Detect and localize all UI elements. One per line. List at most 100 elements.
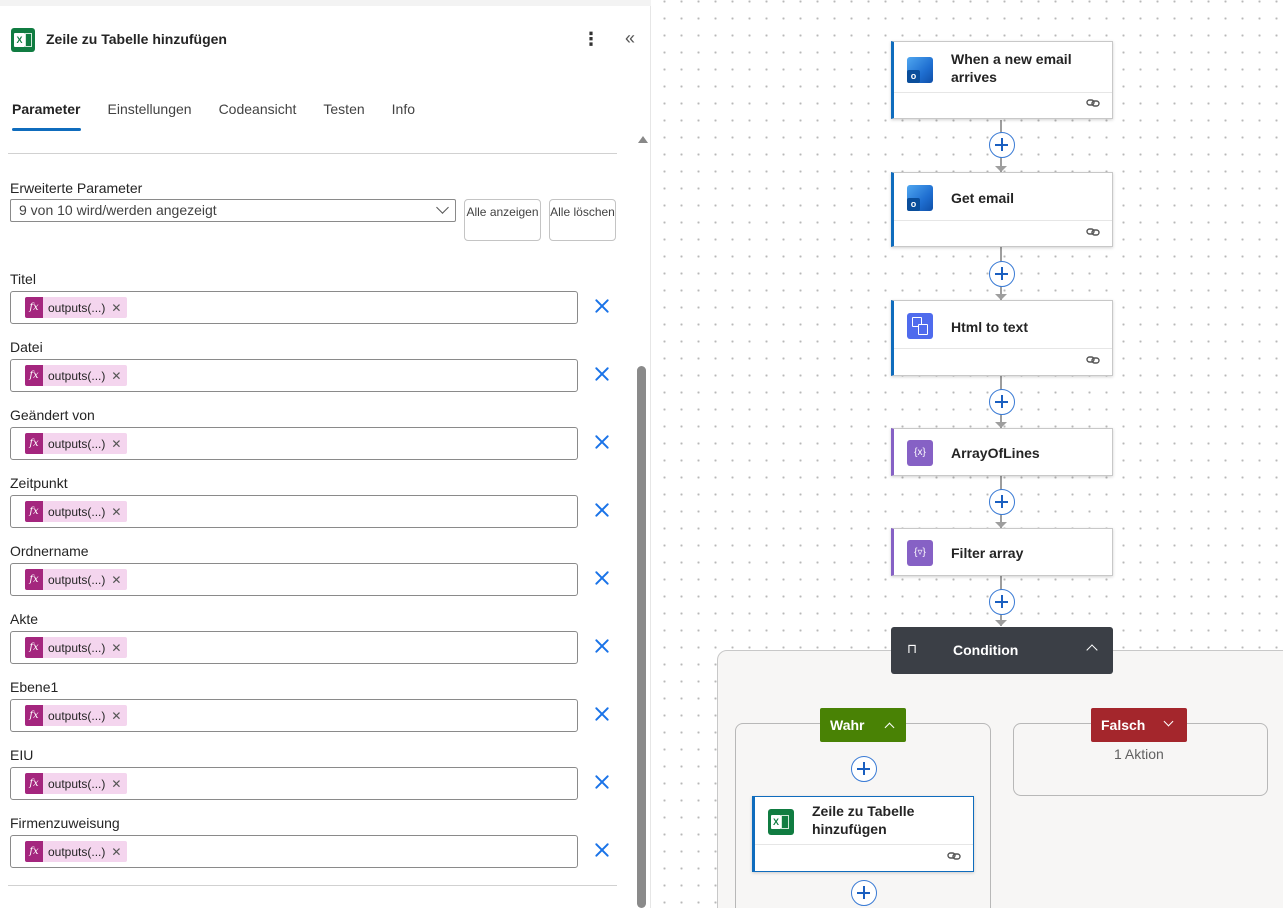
link-icon <box>1086 356 1100 364</box>
remove-parameter-button[interactable] <box>591 839 613 861</box>
action-details-panel: X Zeile zu Tabelle hinzufügen ⋮ « Parame… <box>0 0 651 908</box>
add-action-button[interactable] <box>989 589 1015 615</box>
add-action-button[interactable] <box>989 261 1015 287</box>
collapse-panel-button[interactable]: « <box>620 26 640 52</box>
remove-token-icon[interactable]: ✕ <box>111 641 121 655</box>
flow-canvas[interactable]: o When a new email arrives o Get email H… <box>652 0 1283 908</box>
param-input[interactable]: fx outputs(...) ✕ <box>10 359 578 392</box>
expression-token[interactable]: fx outputs(...) ✕ <box>25 841 128 862</box>
add-action-button[interactable] <box>851 880 877 906</box>
expression-token[interactable]: fx outputs(...) ✕ <box>25 637 128 658</box>
remove-parameter-button[interactable] <box>591 363 613 385</box>
param-row: Titel fx outputs(...) ✕ <box>10 271 630 331</box>
false-branch-pill[interactable]: Falsch <box>1091 708 1187 742</box>
node-filter-array[interactable]: {▿} Filter array <box>891 528 1113 576</box>
function-icon: fx <box>25 569 43 590</box>
expression-token[interactable]: fx outputs(...) ✕ <box>25 433 128 454</box>
remove-token-icon[interactable]: ✕ <box>111 437 121 451</box>
remove-token-icon[interactable]: ✕ <box>111 301 121 315</box>
scroll-thumb[interactable] <box>637 366 646 908</box>
node-title: Html to text <box>951 319 1028 335</box>
expression-token[interactable]: fx outputs(...) ✕ <box>25 365 128 386</box>
param-input[interactable]: fx outputs(...) ✕ <box>10 291 578 324</box>
param-row: EIU fx outputs(...) ✕ <box>10 747 630 807</box>
node-when-new-email-arrives[interactable]: o When a new email arrives <box>891 41 1113 119</box>
param-row: Geändert von fx outputs(...) ✕ <box>10 407 630 467</box>
chevron-up-icon[interactable] <box>1086 644 1098 656</box>
true-branch-pill[interactable]: Wahr <box>820 708 906 742</box>
function-icon: fx <box>25 297 43 318</box>
expression-token[interactable]: fx outputs(...) ✕ <box>25 773 128 794</box>
add-action-button[interactable] <box>989 389 1015 415</box>
param-input[interactable]: fx outputs(...) ✕ <box>10 631 578 664</box>
token-text: outputs(...) <box>48 436 106 451</box>
outlook-icon: o <box>907 185 933 211</box>
tab-parameter[interactable]: Parameter <box>12 101 81 131</box>
function-icon: fx <box>25 637 43 658</box>
remove-token-icon[interactable]: ✕ <box>111 369 121 383</box>
panel-scrollbar[interactable] <box>636 130 648 908</box>
param-input[interactable]: fx outputs(...) ✕ <box>10 563 578 596</box>
param-input[interactable]: fx outputs(...) ✕ <box>10 495 578 528</box>
panel-top-strip <box>0 0 651 6</box>
link-icon <box>1086 228 1100 236</box>
token-text: outputs(...) <box>48 504 106 519</box>
node-arrayoflines[interactable]: {x} ArrayOfLines <box>891 428 1113 476</box>
panel-tabs: Parameter Einstellungen Codeansicht Test… <box>12 101 442 131</box>
token-text: outputs(...) <box>48 300 106 315</box>
param-label: Firmenzuweisung <box>10 815 120 831</box>
tab-info[interactable]: Info <box>392 101 415 131</box>
clear-all-button[interactable]: Alle löschen <box>549 199 616 241</box>
token-text: outputs(...) <box>48 640 106 655</box>
remove-parameter-button[interactable] <box>591 635 613 657</box>
function-icon: fx <box>25 773 43 794</box>
expression-token[interactable]: fx outputs(...) ✕ <box>25 705 128 726</box>
token-text: outputs(...) <box>48 572 106 587</box>
tabs-divider <box>8 153 617 154</box>
node-zeile-zu-tabelle-hinzufuegen[interactable]: X Zeile zu Tabelle hinzufügen <box>752 796 974 872</box>
remove-token-icon[interactable]: ✕ <box>111 845 121 859</box>
remove-parameter-button[interactable] <box>591 567 613 589</box>
param-label: Zeitpunkt <box>10 475 68 491</box>
tab-einstellungen[interactable]: Einstellungen <box>108 101 192 131</box>
add-action-button[interactable] <box>851 756 877 782</box>
scroll-up-arrow-icon[interactable] <box>638 136 648 143</box>
add-action-button[interactable] <box>989 489 1015 515</box>
show-all-button[interactable]: Alle anzeigen <box>464 199 541 241</box>
expression-token[interactable]: fx outputs(...) ✕ <box>25 569 128 590</box>
param-input[interactable]: fx outputs(...) ✕ <box>10 767 578 800</box>
node-title: Filter array <box>951 545 1024 561</box>
remove-parameter-button[interactable] <box>591 771 613 793</box>
remove-token-icon[interactable]: ✕ <box>111 777 121 791</box>
panel-title: Zeile zu Tabelle hinzufügen <box>46 31 227 47</box>
remove-token-icon[interactable]: ✕ <box>111 709 121 723</box>
condition-title: Condition <box>953 642 1019 658</box>
param-input[interactable]: fx outputs(...) ✕ <box>10 835 578 868</box>
remove-parameter-button[interactable] <box>591 431 613 453</box>
tab-testen[interactable]: Testen <box>323 101 364 131</box>
add-action-button[interactable] <box>989 132 1015 158</box>
remove-parameter-button[interactable] <box>591 499 613 521</box>
remove-token-icon[interactable]: ✕ <box>111 573 121 587</box>
advanced-parameters-dropdown[interactable]: 9 von 10 wird/werden angezeigt <box>10 199 456 222</box>
param-label: Ordnername <box>10 543 89 559</box>
expression-token[interactable]: fx outputs(...) ✕ <box>25 501 128 522</box>
remove-token-icon[interactable]: ✕ <box>111 505 121 519</box>
param-row: Ebene1 fx outputs(...) ✕ <box>10 679 630 739</box>
param-input[interactable]: fx outputs(...) ✕ <box>10 699 578 732</box>
expression-token[interactable]: fx outputs(...) ✕ <box>25 297 128 318</box>
condition-node[interactable]: ⊓ Condition <box>891 627 1113 674</box>
variable-icon: {x} <box>907 440 933 466</box>
more-options-button[interactable]: ⋮ <box>582 26 600 52</box>
clear-all-label: Alle löschen <box>550 205 615 219</box>
tab-codeansicht[interactable]: Codeansicht <box>219 101 297 131</box>
param-input[interactable]: fx outputs(...) ✕ <box>10 427 578 460</box>
node-html-to-text[interactable]: Html to text <box>891 300 1113 376</box>
remove-parameter-button[interactable] <box>591 295 613 317</box>
true-branch-label: Wahr <box>830 717 865 733</box>
param-row: Ordnername fx outputs(...) ✕ <box>10 543 630 603</box>
chevron-up-icon <box>884 722 895 733</box>
node-get-email[interactable]: o Get email <box>891 172 1113 247</box>
remove-parameter-button[interactable] <box>591 703 613 725</box>
panel-bottom-divider <box>8 885 617 886</box>
